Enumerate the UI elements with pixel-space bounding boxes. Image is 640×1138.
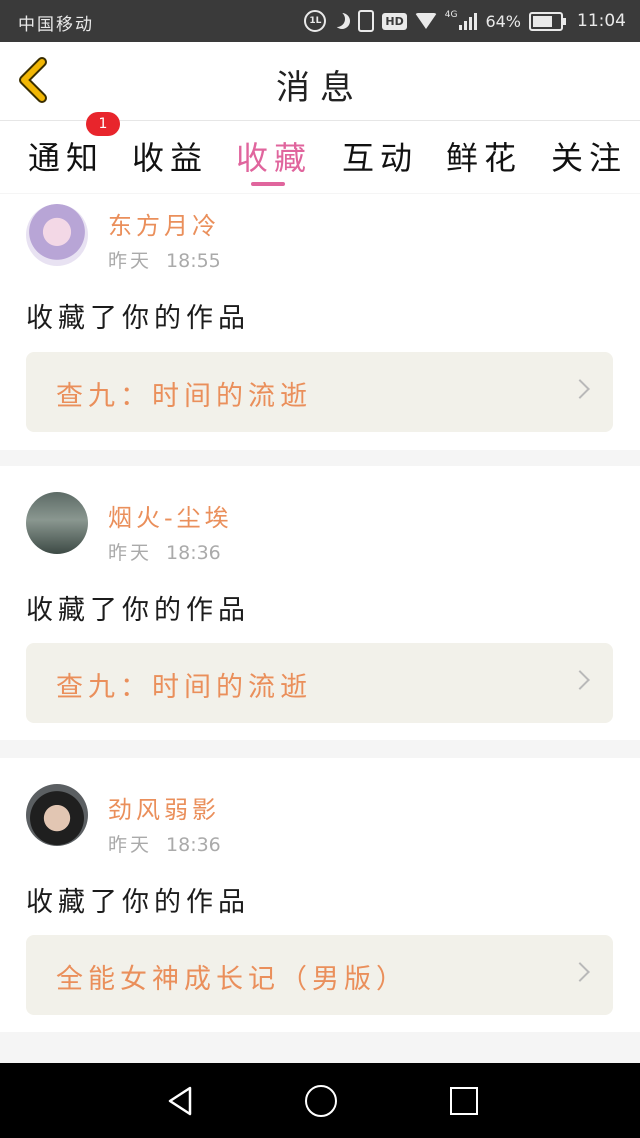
chevron-right-icon <box>570 670 590 690</box>
user-name[interactable]: 东方月冷 <box>108 206 220 241</box>
message-card: 烟火-尘埃 昨天 18:36 收藏了你的作品 查九：时间的流逝 <box>0 466 640 740</box>
avatar[interactable] <box>26 492 88 554</box>
user-name[interactable]: 劲风弱影 <box>108 790 220 825</box>
notification-badge: 1 <box>86 112 120 136</box>
tab-follows[interactable]: 关注 <box>551 133 627 179</box>
moon-icon <box>334 13 350 29</box>
work-link[interactable]: 查九：时间的流逝 <box>26 352 613 432</box>
signal-icon <box>459 12 478 30</box>
page-title: 消息 <box>276 68 364 108</box>
work-title: 查九：时间的流逝 <box>56 672 312 703</box>
back-triangle-icon[interactable] <box>166 1085 194 1117</box>
alarm-icon: 1L <box>304 10 327 32</box>
tab-earnings[interactable]: 收益 <box>132 133 208 179</box>
work-link[interactable]: 全能女神成长记（男版） <box>26 935 613 1015</box>
message-card: 东方月冷 昨天 18:55 收藏了你的作品 查九：时间的流逝 <box>0 194 640 450</box>
home-circle-icon[interactable] <box>305 1085 337 1117</box>
tab-flowers[interactable]: 鲜花 <box>446 133 522 179</box>
timestamp-time: 18:36 <box>166 542 221 564</box>
recent-square-icon[interactable] <box>450 1087 478 1115</box>
avatar[interactable] <box>26 784 88 846</box>
tab-favorites[interactable]: 收藏 <box>236 133 312 179</box>
action-text: 收藏了你的作品 <box>26 303 250 334</box>
work-title: 全能女神成长记（男版） <box>56 964 408 995</box>
battery-percent: 64% <box>485 11 521 31</box>
action-text: 收藏了你的作品 <box>26 595 250 626</box>
avatar[interactable] <box>26 204 88 266</box>
wifi-icon <box>414 13 437 29</box>
message-card: 劲风弱影 昨天 18:36 收藏了你的作品 全能女神成长记（男版） <box>0 758 640 1032</box>
action-text: 收藏了你的作品 <box>26 887 250 918</box>
clock: 11:04 <box>577 11 626 31</box>
timestamp-time: 18:36 <box>166 834 221 856</box>
timestamp: 昨天 18:55 <box>108 246 221 273</box>
work-link[interactable]: 查九：时间的流逝 <box>26 643 613 723</box>
timestamp-time: 18:55 <box>166 250 221 272</box>
battery-icon <box>529 11 566 31</box>
active-tab-indicator <box>251 182 285 186</box>
network-label: 4G <box>444 10 458 20</box>
timestamp-day: 昨天 <box>108 542 153 564</box>
app-header: 消息 <box>0 42 640 121</box>
system-nav-bar <box>0 1063 640 1138</box>
timestamp-day: 昨天 <box>108 834 153 856</box>
chevron-right-icon <box>570 379 590 399</box>
timestamp: 昨天 18:36 <box>108 830 221 857</box>
work-title: 查九：时间的流逝 <box>56 381 312 412</box>
tab-interactions[interactable]: 互动 <box>342 133 418 179</box>
timestamp-day: 昨天 <box>108 250 153 272</box>
chevron-right-icon <box>570 962 590 982</box>
tab-notifications[interactable]: 通知 <box>28 133 104 179</box>
user-name[interactable]: 烟火-尘埃 <box>108 498 233 533</box>
hd-icon: HD <box>382 12 407 30</box>
status-bar: 中国移动 1L HD 4G 64% 11:04 <box>0 0 640 42</box>
timestamp: 昨天 18:36 <box>108 538 221 565</box>
carrier-label: 中国移动 <box>18 15 94 35</box>
status-icons: 1L HD 4G 64% 11:04 <box>304 8 626 34</box>
vibrate-icon <box>358 10 375 32</box>
